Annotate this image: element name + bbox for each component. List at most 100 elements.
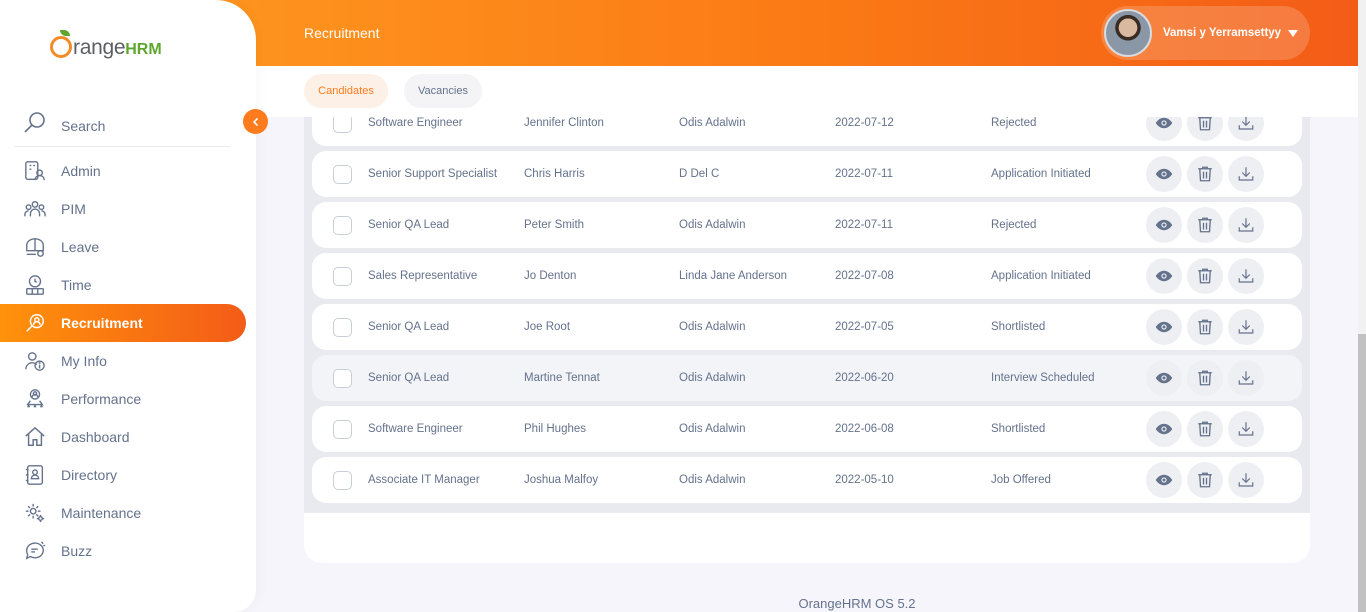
- sidebar-item-label: Dashboard: [61, 429, 130, 445]
- cell-status: Rejected: [991, 117, 1037, 129]
- view-button[interactable]: [1146, 207, 1182, 243]
- page-title: Recruitment: [304, 25, 380, 41]
- row-checkbox[interactable]: [333, 419, 352, 439]
- cell-vacancy: Sales Representative: [368, 270, 478, 282]
- delete-button[interactable]: [1187, 360, 1223, 396]
- row-checkbox[interactable]: [333, 164, 352, 184]
- view-icon: [1155, 165, 1173, 183]
- sidebar-item-directory[interactable]: Directory: [0, 456, 256, 494]
- download-button[interactable]: [1228, 360, 1264, 396]
- view-button[interactable]: [1146, 360, 1182, 396]
- delete-icon: [1196, 318, 1214, 336]
- sidebar-item-label: Maintenance: [61, 505, 142, 521]
- cell-status: Interview Scheduled: [991, 372, 1095, 384]
- sidebar-item-leave[interactable]: Leave: [0, 228, 256, 266]
- search-label: Search: [61, 117, 106, 134]
- download-button[interactable]: [1228, 258, 1264, 294]
- sidebar-item-maintenance[interactable]: Maintenance: [0, 494, 256, 532]
- tab-vacancies[interactable]: Vacancies: [404, 74, 482, 108]
- cell-candidate: Joshua Malfoy: [524, 474, 599, 486]
- footer-version: OrangeHRM OS 5.2: [798, 596, 916, 611]
- cell-status: Application Initiated: [991, 270, 1091, 282]
- sidebar-item-label: Leave: [61, 239, 100, 255]
- view-button[interactable]: [1146, 411, 1182, 447]
- performance-icon: [23, 387, 47, 411]
- view-button[interactable]: [1146, 309, 1182, 345]
- cell-candidate: Martine Tennat: [524, 372, 600, 384]
- collapse-sidebar-button[interactable]: [243, 109, 268, 134]
- cell-candidate: Joe Root: [524, 321, 571, 333]
- sidebar-item-label: Directory: [61, 467, 118, 483]
- view-button[interactable]: [1146, 258, 1182, 294]
- sidebar-item-label: Performance: [61, 391, 142, 407]
- admin-icon: [23, 159, 47, 183]
- tab-candidates[interactable]: Candidates: [304, 74, 388, 108]
- cell-manager: Odis Adalwin: [679, 219, 746, 231]
- logo-suffix: HRM: [125, 41, 162, 58]
- table-row[interactable]: Software Engineer Phil Hughes Odis Adalwin…: [312, 406, 1302, 452]
- download-button[interactable]: [1228, 207, 1264, 243]
- download-button[interactable]: [1228, 462, 1264, 498]
- delete-button[interactable]: [1187, 309, 1223, 345]
- download-icon: [1237, 318, 1255, 336]
- row-checkbox[interactable]: [333, 368, 352, 388]
- table-row[interactable]: Senior QA Lead Martine Tennat Odis Adalwin…: [312, 355, 1302, 401]
- table-row[interactable]: Senior Support Specialist Chris Harris D D…: [312, 151, 1302, 197]
- sidebar-item-time[interactable]: Time: [0, 266, 256, 304]
- table-row[interactable]: Associate IT Manager Joshua Malfoy Odis Ad…: [312, 457, 1302, 503]
- delete-button[interactable]: [1187, 258, 1223, 294]
- delete-button[interactable]: [1187, 462, 1223, 498]
- user-name: Vamsi y Yerramsettyy: [1163, 27, 1282, 39]
- logo-text: range: [73, 36, 126, 59]
- my-info-icon: [23, 349, 47, 373]
- user-dropdown[interactable]: Vamsi y Yerramsettyy: [1101, 6, 1310, 60]
- cell-status: Job Offered: [991, 474, 1051, 486]
- table-row[interactable]: Senior QA Lead Joe Root Odis Adalwin 2022-0…: [312, 304, 1302, 350]
- row-checkbox[interactable]: [333, 317, 352, 337]
- cell-date: 2022-07-11: [835, 168, 893, 180]
- cell-vacancy: Senior QA Lead: [368, 321, 450, 333]
- cell-manager: Linda Jane Anderson: [679, 270, 788, 282]
- cell-candidate: Jo Denton: [524, 270, 577, 282]
- scrollbar-thumb[interactable]: [1358, 334, 1366, 612]
- row-checkbox[interactable]: [333, 470, 352, 490]
- cell-manager: Odis Adalwin: [679, 372, 746, 384]
- sidebar-item-performance[interactable]: Performance: [0, 380, 256, 418]
- sidebar-item-my-info[interactable]: My Info: [0, 342, 256, 380]
- download-button[interactable]: [1228, 156, 1264, 192]
- sidebar-item-dashboard[interactable]: Dashboard: [0, 418, 256, 456]
- download-icon: [1237, 267, 1255, 285]
- sidebar-item-admin[interactable]: Admin: [0, 152, 256, 190]
- sidebar-item-pim[interactable]: PIM: [0, 190, 256, 228]
- cell-manager: Odis Adalwin: [679, 474, 746, 486]
- cell-vacancy: Senior Support Specialist: [368, 168, 498, 180]
- view-button[interactable]: [1146, 156, 1182, 192]
- maintenance-icon: [23, 501, 47, 525]
- delete-button[interactable]: [1187, 411, 1223, 447]
- view-button[interactable]: [1146, 462, 1182, 498]
- cell-vacancy: Senior QA Lead: [368, 372, 450, 384]
- cell-status: Shortlisted: [991, 321, 1046, 333]
- orangehrm-logo[interactable]: range HRM: [50, 30, 162, 60]
- sidebar-item-buzz[interactable]: Buzz: [0, 532, 256, 570]
- table-row[interactable]: Sales Representative Jo Denton Linda Jane …: [312, 253, 1302, 299]
- recruitment-icon: [23, 311, 47, 335]
- cell-candidate: Chris Harris: [524, 168, 585, 180]
- delete-button[interactable]: [1187, 156, 1223, 192]
- sidebar-item-recruitment[interactable]: Recruitment: [0, 304, 246, 342]
- download-button[interactable]: [1228, 309, 1264, 345]
- delete-icon: [1196, 369, 1214, 387]
- delete-icon: [1196, 267, 1214, 285]
- main-menu: Admin PIM Leave Time Recruitment My Info…: [0, 152, 256, 570]
- view-icon: [1155, 216, 1173, 234]
- cell-date: 2022-07-11: [835, 219, 893, 231]
- row-checkbox[interactable]: [333, 266, 352, 286]
- page-scrollbar[interactable]: [1358, 0, 1366, 612]
- download-button[interactable]: [1228, 411, 1264, 447]
- row-checkbox[interactable]: [333, 215, 352, 235]
- delete-button[interactable]: [1187, 207, 1223, 243]
- table-row[interactable]: Senior QA Lead Peter Smith Odis Adalwin 202…: [312, 202, 1302, 248]
- sidebar-search[interactable]: Search: [14, 105, 230, 147]
- cell-vacancy: Software Engineer: [368, 117, 463, 129]
- buzz-icon: [23, 539, 47, 563]
